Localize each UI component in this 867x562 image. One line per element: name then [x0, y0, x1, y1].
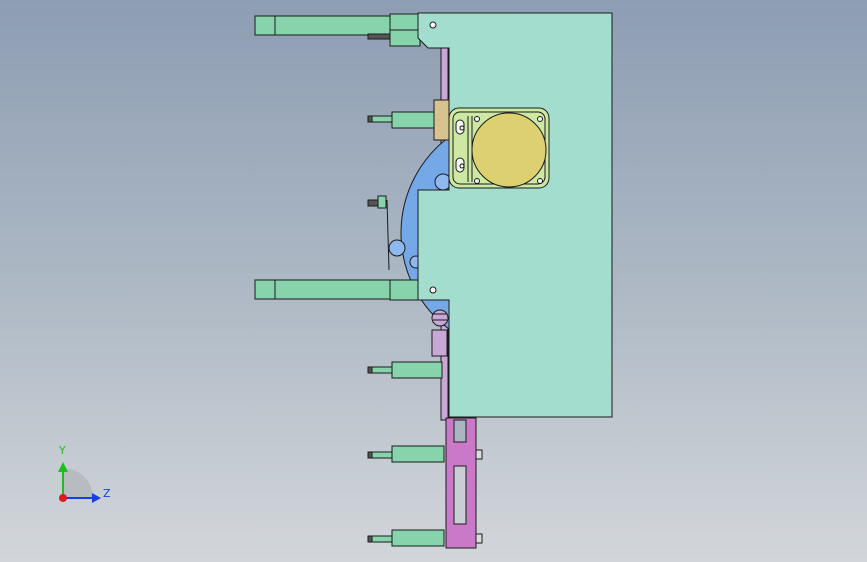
short-rod-4	[367, 445, 445, 463]
long-arm-bottom-block	[389, 279, 421, 301]
z-axis-label: Z	[103, 487, 111, 500]
flange-bolt	[474, 116, 480, 122]
short-rod-2	[367, 195, 387, 209]
bracket-screw	[475, 449, 483, 460]
flange-bolt	[537, 178, 543, 184]
short-rod-5	[367, 529, 445, 547]
spacer-lower	[431, 329, 448, 357]
long-arm-bottom-end	[254, 279, 276, 300]
triad-quadrant	[63, 468, 93, 498]
y-axis-head	[58, 462, 68, 472]
disc-hole	[388, 239, 406, 257]
assembly-drawing	[58, 12, 613, 549]
short-rod-1	[367, 111, 437, 129]
flange-bolt	[474, 178, 480, 184]
disc-hole	[431, 309, 449, 327]
bracket-screw	[475, 533, 483, 544]
motor-face	[471, 112, 547, 188]
long-arm-top-end	[254, 15, 276, 36]
bracket-slot	[453, 419, 467, 443]
plate-hole	[429, 21, 437, 29]
bracket-slot	[453, 465, 467, 525]
disc-edge-line	[386, 199, 390, 271]
z-axis-head	[92, 493, 101, 503]
flange-bolt	[459, 125, 465, 131]
flange-bolt	[537, 116, 543, 122]
y-axis-label: Y	[59, 444, 66, 457]
coordinate-triad	[58, 462, 101, 503]
triad-origin	[59, 494, 67, 502]
plate-hole	[429, 286, 437, 294]
short-rod-3	[367, 361, 443, 379]
spacer-upper	[433, 99, 450, 141]
cad-viewport[interactable]: Y Z	[0, 0, 867, 562]
top-arm-pin	[367, 33, 391, 40]
flange-bolt	[459, 163, 465, 169]
